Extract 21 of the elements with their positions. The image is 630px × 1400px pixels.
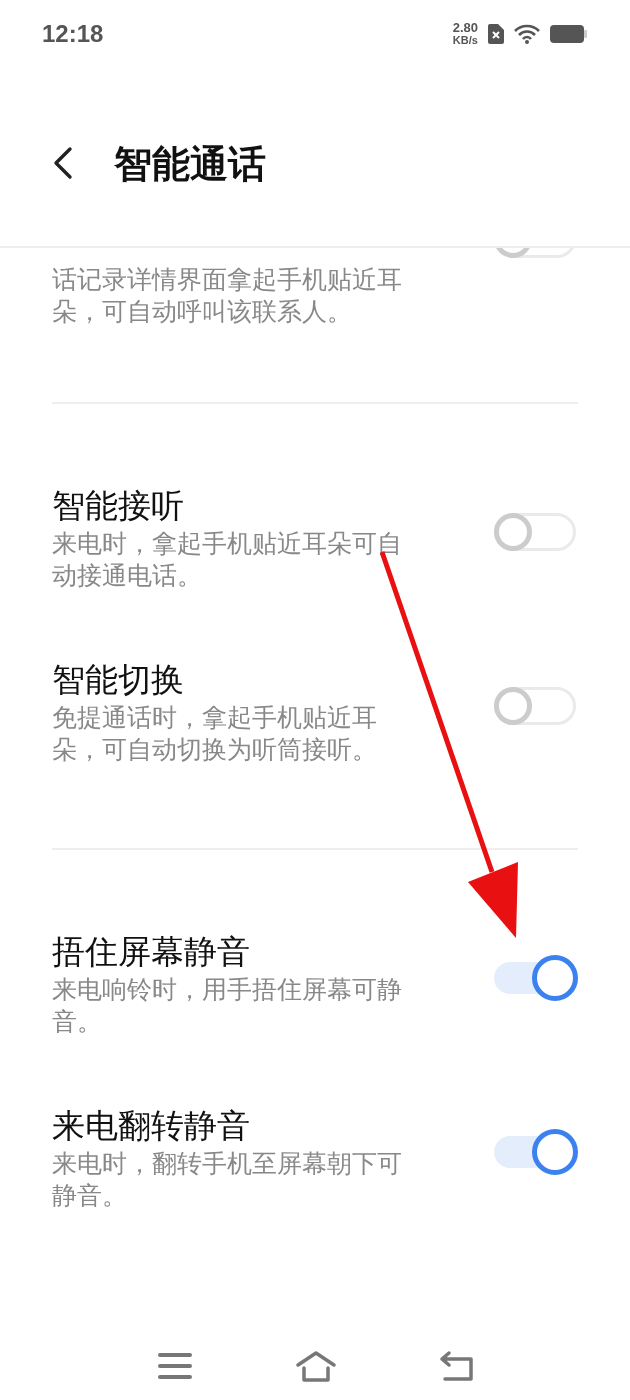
home-icon[interactable] (294, 1350, 337, 1382)
sim-card-icon (488, 24, 504, 44)
setting-title: 智能切换 (52, 659, 185, 701)
network-speed: 2.80 (452, 21, 478, 34)
wifi-icon (514, 24, 540, 44)
setting-title: 捂住屏幕静音 (52, 931, 251, 973)
clock-time: 12:18 (42, 20, 104, 48)
setting-description: 免提通话时，拿起手机贴近耳朵，可自动切换为听筒接听。 (52, 702, 378, 766)
toggle-switch[interactable] (492, 1129, 578, 1175)
menu-icon[interactable] (158, 1352, 192, 1380)
toggle-switch[interactable] (492, 955, 578, 1001)
setting-description: 来电时，翻转手机至屏幕朝下可静音。 (52, 1148, 403, 1212)
back-icon[interactable] (52, 146, 74, 180)
setting-title: 来电翻转静音 (52, 1105, 251, 1147)
setting-title: 智能接听 (52, 485, 185, 527)
network-speed-unit: KB/s (452, 34, 478, 47)
battery-icon (550, 24, 588, 44)
setting-description: 来电响铃时，用手捂住屏幕可静音。 (52, 974, 403, 1038)
setting-description: 来电时，拿起手机贴近耳朵可自动接通电话。 (52, 528, 403, 592)
page-title: 智能通话 (114, 142, 266, 186)
setting-description: 话记录详情界面拿起手机贴近耳朵，可自动呼叫该联系人。 (52, 264, 403, 328)
